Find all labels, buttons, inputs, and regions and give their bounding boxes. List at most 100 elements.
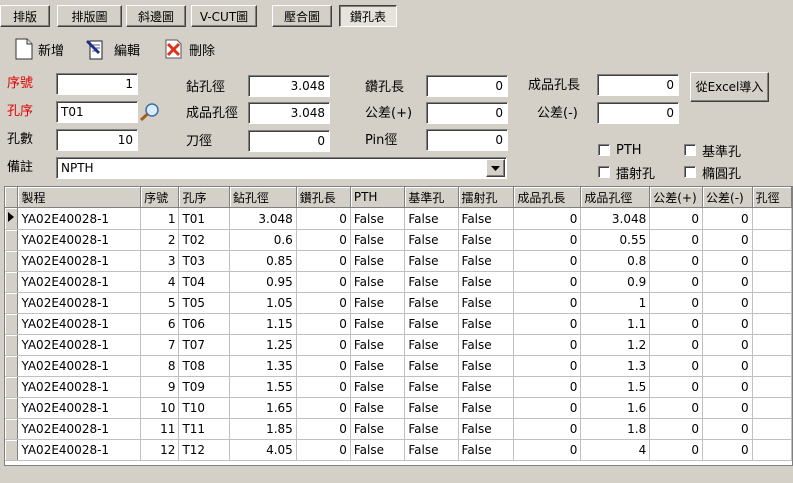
table-cell[interactable]: 0 bbox=[702, 397, 753, 419]
hole-count-input[interactable]: 10 bbox=[56, 129, 138, 151]
table-cell[interactable]: T05 bbox=[178, 292, 230, 314]
table-cell[interactable]: False bbox=[404, 334, 459, 356]
table-cell[interactable]: 1.6 bbox=[580, 397, 651, 419]
table-cell[interactable] bbox=[752, 271, 792, 293]
table-cell[interactable]: YA02E40028-1 bbox=[17, 207, 142, 230]
table-cell[interactable]: False bbox=[458, 313, 515, 335]
row-indicator[interactable] bbox=[5, 397, 19, 419]
tab-bevel-drawing[interactable]: 斜邊圖 bbox=[126, 5, 186, 27]
tol-plus-input[interactable]: 0 bbox=[426, 102, 508, 124]
table-cell[interactable]: T02 bbox=[178, 229, 230, 251]
column-header[interactable]: 序號 bbox=[140, 187, 180, 208]
table-cell[interactable]: 0.8 bbox=[580, 250, 651, 272]
table-cell[interactable]: 0 bbox=[702, 271, 753, 293]
row-indicator[interactable] bbox=[5, 418, 19, 440]
table-cell[interactable]: False bbox=[458, 397, 515, 419]
table-cell[interactable]: False bbox=[404, 250, 459, 272]
finish-len-input[interactable]: 0 bbox=[597, 74, 679, 96]
table-cell[interactable]: False bbox=[458, 292, 515, 314]
table-cell[interactable]: 3 bbox=[140, 250, 180, 272]
table-cell[interactable] bbox=[752, 397, 792, 419]
table-cell[interactable] bbox=[752, 355, 792, 377]
table-cell[interactable]: T03 bbox=[178, 250, 230, 272]
table-cell[interactable]: 0 bbox=[702, 229, 753, 251]
row-indicator[interactable] bbox=[5, 355, 19, 377]
table-cell[interactable]: 1.85 bbox=[229, 418, 297, 440]
table-cell[interactable]: T01 bbox=[178, 207, 230, 230]
table-cell[interactable]: 0 bbox=[702, 250, 753, 272]
tab-layout-drawing[interactable]: 排版圖 bbox=[57, 5, 122, 27]
table-cell[interactable]: 0 bbox=[296, 313, 351, 335]
table-cell[interactable]: 5 bbox=[140, 292, 180, 314]
table-cell[interactable]: YA02E40028-1 bbox=[17, 418, 142, 440]
table-cell[interactable]: False bbox=[350, 418, 406, 440]
table-cell[interactable]: False bbox=[458, 418, 515, 440]
table-cell[interactable] bbox=[752, 229, 792, 251]
remark-select[interactable]: NPTH bbox=[56, 157, 507, 179]
pth-checkbox-box[interactable] bbox=[598, 144, 610, 156]
table-cell[interactable]: 0 bbox=[296, 207, 351, 230]
table-cell[interactable]: False bbox=[404, 271, 459, 293]
table-cell[interactable]: 0 bbox=[513, 439, 582, 461]
table-cell[interactable]: False bbox=[404, 292, 459, 314]
table-row[interactable]: YA02E40028-1 4 T04 0.95 0 False False False 0 0.9… bbox=[5, 271, 792, 293]
table-cell[interactable]: 0 bbox=[702, 334, 753, 356]
table-cell[interactable]: T08 bbox=[178, 355, 230, 377]
table-cell[interactable]: YA02E40028-1 bbox=[17, 376, 142, 398]
column-header[interactable]: 擂射孔 bbox=[458, 187, 515, 208]
table-cell[interactable]: YA02E40028-1 bbox=[17, 250, 142, 272]
table-cell[interactable]: False bbox=[350, 355, 406, 377]
table-cell[interactable]: False bbox=[458, 271, 515, 293]
table-cell[interactable]: 0 bbox=[649, 376, 704, 398]
datum-hole-checkbox[interactable]: 基準孔 bbox=[684, 141, 741, 160]
table-cell[interactable]: 0 bbox=[296, 334, 351, 356]
column-header[interactable]: 鑽孔長 bbox=[296, 187, 351, 208]
table-cell[interactable]: 1.25 bbox=[229, 334, 297, 356]
table-cell[interactable]: 0 bbox=[649, 313, 704, 335]
pin-dia-input[interactable]: 0 bbox=[426, 129, 508, 151]
table-cell[interactable]: False bbox=[458, 334, 515, 356]
table-cell[interactable]: 0 bbox=[649, 207, 704, 230]
table-cell[interactable]: YA02E40028-1 bbox=[17, 334, 142, 356]
table-cell[interactable]: False bbox=[404, 439, 459, 461]
table-cell[interactable]: 0 bbox=[296, 229, 351, 251]
row-indicator[interactable] bbox=[5, 229, 19, 251]
column-header[interactable]: 公差(-) bbox=[702, 187, 753, 208]
table-cell[interactable]: 1 bbox=[580, 292, 651, 314]
table-cell[interactable]: False bbox=[404, 376, 459, 398]
table-cell[interactable]: False bbox=[404, 229, 459, 251]
table-row[interactable]: YA02E40028-1 7 T07 1.25 0 False False False 0 1.2… bbox=[5, 334, 792, 356]
edit-button[interactable]: 編輯 bbox=[86, 37, 140, 61]
table-row[interactable]: YA02E40028-1 10 T10 1.65 0 False False False 0 1.… bbox=[5, 397, 792, 419]
table-row[interactable]: YA02E40028-1 9 T09 1.55 0 False False False 0 1.5… bbox=[5, 376, 792, 398]
table-cell[interactable]: False bbox=[458, 250, 515, 272]
table-cell[interactable]: 1 bbox=[140, 207, 180, 230]
table-cell[interactable] bbox=[752, 292, 792, 314]
row-indicator[interactable] bbox=[5, 271, 19, 293]
blade-dia-input[interactable]: 0 bbox=[248, 130, 330, 152]
table-cell[interactable]: 0 bbox=[296, 271, 351, 293]
tab-layout[interactable]: 排版 bbox=[0, 5, 50, 27]
table-cell[interactable]: 0 bbox=[296, 397, 351, 419]
table-cell[interactable]: 6 bbox=[140, 313, 180, 335]
table-cell[interactable]: 0 bbox=[513, 376, 582, 398]
table-cell[interactable]: 0 bbox=[702, 418, 753, 440]
search-icon[interactable] bbox=[138, 101, 162, 123]
drill-len-input[interactable]: 0 bbox=[426, 75, 508, 97]
row-indicator[interactable] bbox=[5, 439, 19, 461]
current-row-indicator[interactable] bbox=[5, 207, 19, 230]
table-cell[interactable]: 0 bbox=[649, 355, 704, 377]
oval-hole-checkbox-box[interactable] bbox=[684, 166, 696, 178]
table-cell[interactable]: 0 bbox=[513, 207, 582, 230]
table-cell[interactable]: 0 bbox=[702, 292, 753, 314]
table-cell[interactable]: 0 bbox=[702, 439, 753, 461]
table-cell[interactable]: False bbox=[458, 376, 515, 398]
table-cell[interactable]: 3.048 bbox=[229, 207, 297, 230]
table-cell[interactable]: 1.55 bbox=[229, 376, 297, 398]
table-cell[interactable]: 0 bbox=[649, 250, 704, 272]
laser-hole-checkbox-box[interactable] bbox=[598, 166, 610, 178]
table-cell[interactable]: 4 bbox=[580, 439, 651, 461]
table-cell[interactable]: T04 bbox=[178, 271, 230, 293]
table-cell[interactable]: 0 bbox=[513, 250, 582, 272]
table-cell[interactable]: False bbox=[350, 229, 406, 251]
